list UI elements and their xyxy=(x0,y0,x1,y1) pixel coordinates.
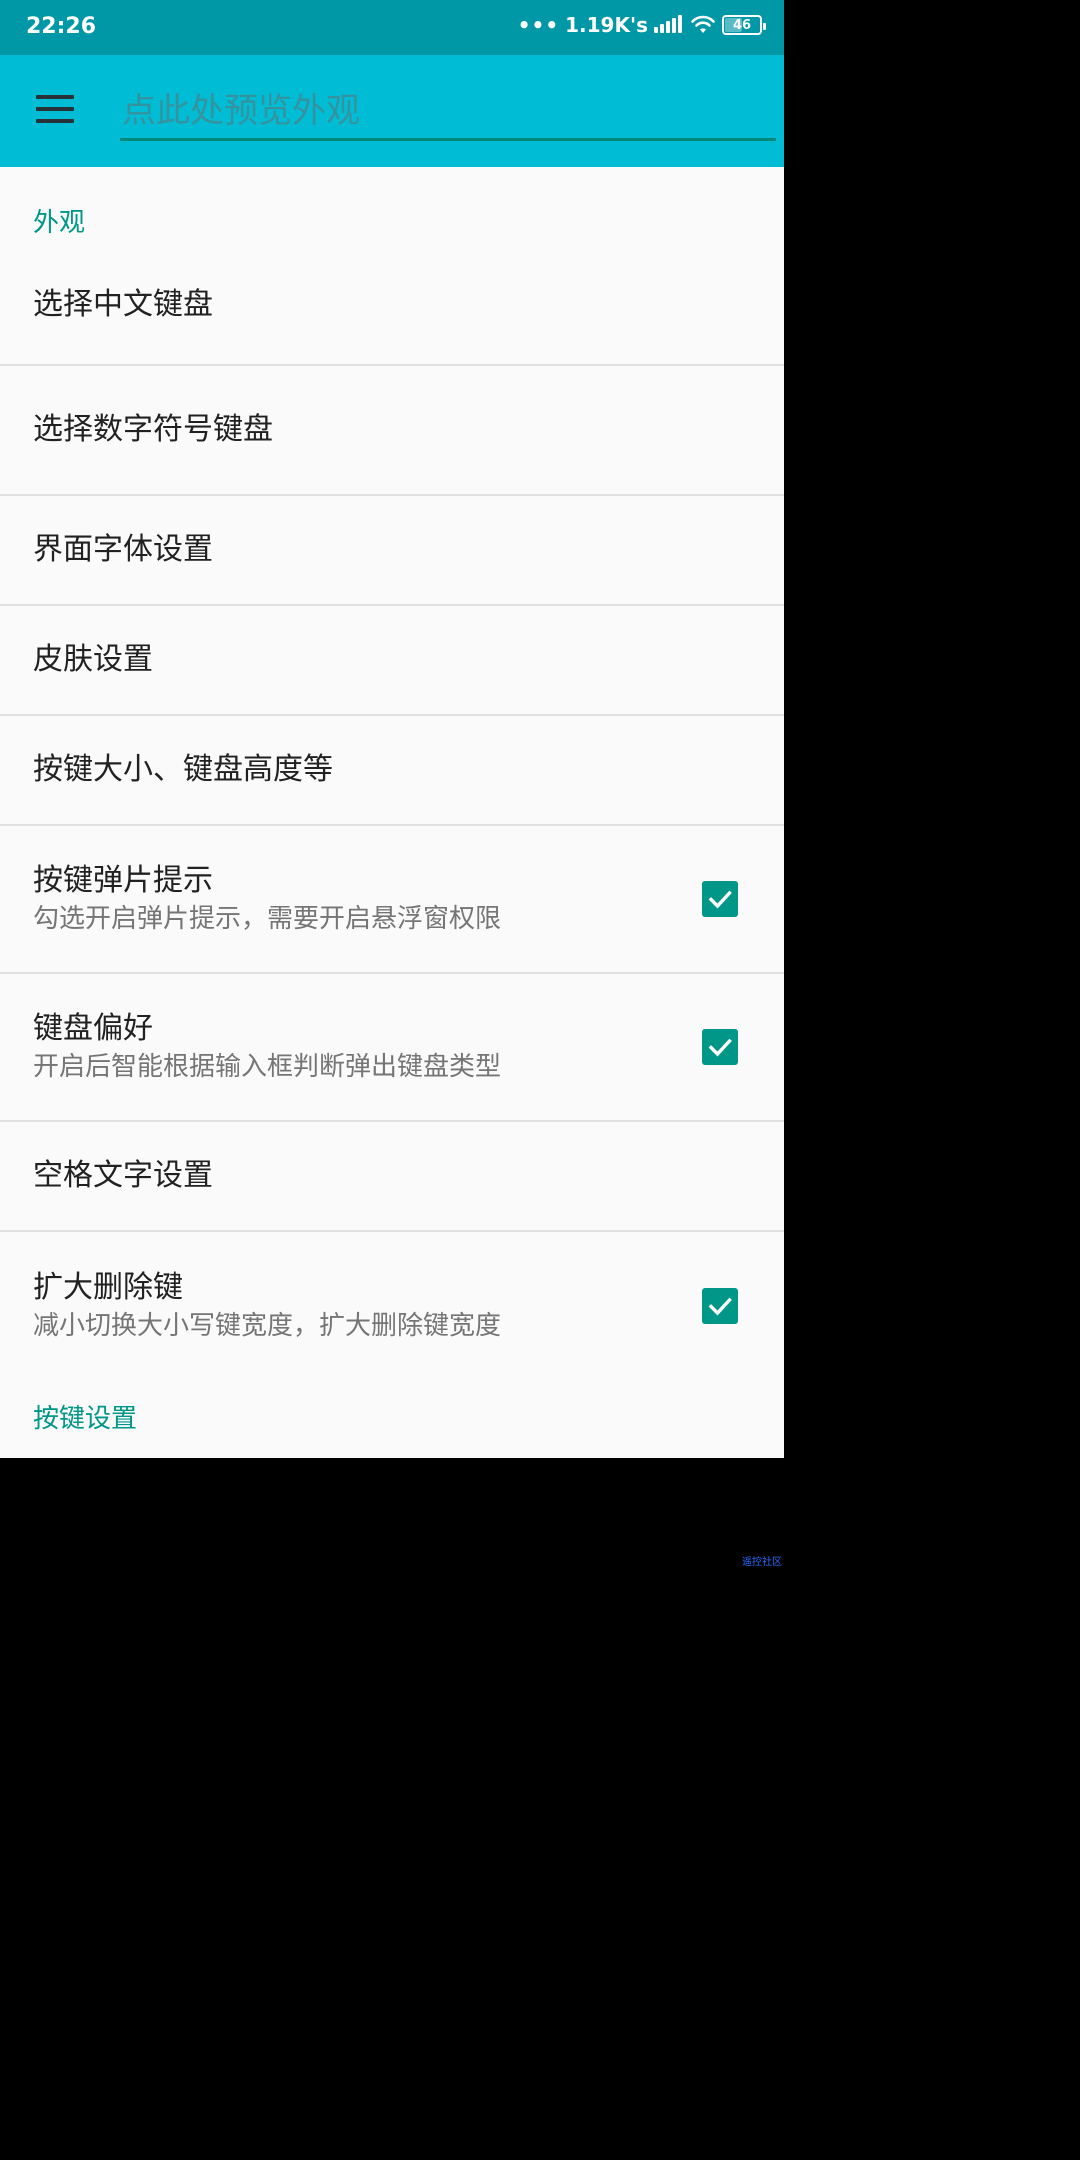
signal-icon xyxy=(654,15,684,35)
setting-title: 界面字体设置 xyxy=(33,532,213,567)
setting-space-text[interactable]: 空格文字设置 xyxy=(0,1122,784,1232)
setting-key-size-keyboard-height[interactable]: 按键大小、键盘高度等 xyxy=(0,716,784,826)
setting-keyboard-preference[interactable]: 键盘偏好 开启后智能根据输入框判断弹出键盘类型 xyxy=(0,974,784,1122)
preview-input-wrapper xyxy=(120,83,776,141)
setting-choose-symbol-keyboard[interactable]: 选择数字符号键盘 xyxy=(0,366,784,496)
network-speed: 1.19K's xyxy=(565,13,648,37)
status-bar: 22:26 ••• 1.19K's 46 xyxy=(0,0,784,55)
setting-key-popup-hint[interactable]: 按键弹片提示 勾选开启弹片提示，需要开启悬浮窗权限 xyxy=(0,826,784,974)
battery-level: 46 xyxy=(732,17,752,33)
setting-enlarge-delete-key[interactable]: 扩大删除键 减小切换大小写键宽度，扩大删除键宽度 xyxy=(0,1232,784,1380)
enlarge-delete-checkbox[interactable] xyxy=(702,1288,738,1324)
setting-title: 按键弹片提示 xyxy=(33,863,213,898)
setting-summary: 减小切换大小写键宽度，扩大删除键宽度 xyxy=(33,1311,502,1341)
hamburger-menu-icon[interactable] xyxy=(36,95,76,125)
more-notifications-icon: ••• xyxy=(517,13,560,37)
check-icon xyxy=(708,1297,732,1316)
battery-icon: 46 xyxy=(722,15,766,35)
wifi-icon xyxy=(690,15,716,35)
navigation-bar: 遥控社区 xyxy=(0,1458,784,1568)
watermark: 遥控社区 xyxy=(742,1557,782,1568)
setting-choose-chinese-keyboard[interactable]: 选择中文键盘 xyxy=(0,216,784,366)
setting-title: 皮肤设置 xyxy=(33,642,153,677)
setting-skin[interactable]: 皮肤设置 xyxy=(0,606,784,716)
status-time: 22:26 xyxy=(26,14,97,39)
settings-list: 外观 选择中文键盘 选择数字符号键盘 界面字体设置 皮肤设置 按键大小、键盘高度… xyxy=(0,167,784,1458)
section-header-key-settings: 按键设置 xyxy=(33,1404,138,1434)
check-icon xyxy=(708,890,732,909)
app-toolbar xyxy=(0,55,784,167)
setting-title: 键盘偏好 xyxy=(33,1011,153,1046)
setting-title: 扩大删除键 xyxy=(33,1270,183,1305)
status-icons: ••• 1.19K's 46 xyxy=(517,13,766,37)
preview-input[interactable] xyxy=(120,83,776,138)
key-popup-checkbox[interactable] xyxy=(702,881,738,917)
setting-title: 选择数字符号键盘 xyxy=(33,412,273,447)
setting-title: 按键大小、键盘高度等 xyxy=(33,752,333,787)
check-icon xyxy=(708,1038,732,1057)
setting-title: 选择中文键盘 xyxy=(33,287,213,322)
setting-title: 空格文字设置 xyxy=(33,1158,213,1193)
keyboard-preference-checkbox[interactable] xyxy=(702,1029,738,1065)
setting-summary: 勾选开启弹片提示，需要开启悬浮窗权限 xyxy=(33,904,502,934)
setting-summary: 开启后智能根据输入框判断弹出键盘类型 xyxy=(33,1052,502,1082)
setting-ui-font[interactable]: 界面字体设置 xyxy=(0,496,784,606)
